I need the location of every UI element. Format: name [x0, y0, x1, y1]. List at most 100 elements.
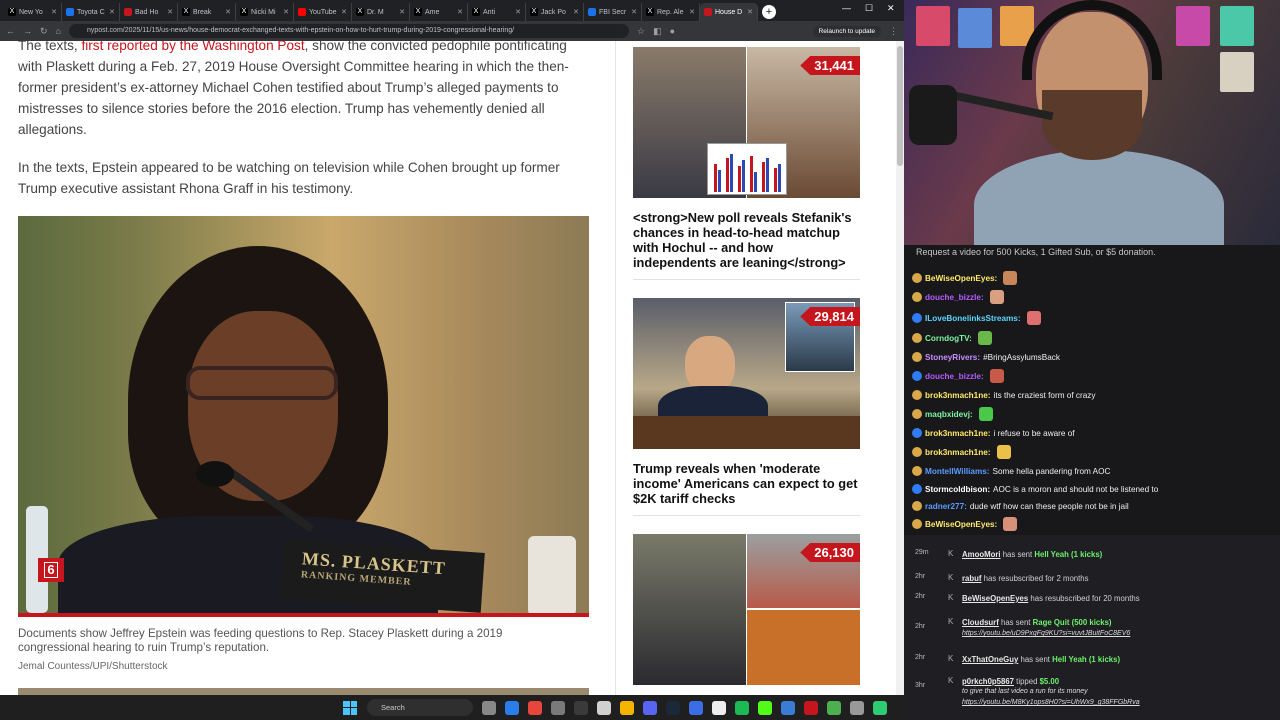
browser-tab[interactable]: FBI Secr ✕ — [584, 3, 642, 21]
activity-username[interactable]: p0rkch0p5867 — [962, 677, 1014, 686]
browser-tab[interactable]: X Dr. M ✕ — [352, 3, 410, 21]
reload-icon[interactable]: ↻ — [40, 26, 48, 37]
chrome-icon[interactable] — [528, 700, 542, 715]
app-icon[interactable] — [827, 700, 841, 715]
menu-kebab-icon[interactable]: ⋮ — [889, 26, 898, 37]
emote-icon — [989, 369, 1004, 383]
story-headline[interactable]: <strong>New poll reveals Stefanik's chan… — [633, 210, 858, 270]
activity-username[interactable]: AmooMori — [962, 550, 1001, 559]
maximize-icon[interactable]: ☐ — [865, 3, 873, 14]
app-icon[interactable] — [781, 700, 795, 715]
close-tab-icon[interactable]: ✕ — [515, 8, 521, 16]
task-view-icon[interactable] — [482, 700, 496, 715]
scrollbar-thumb[interactable] — [897, 46, 903, 166]
close-tab-icon[interactable]: ✕ — [399, 8, 405, 16]
chat-username[interactable]: StoneyRivers: — [925, 353, 980, 362]
chat-username[interactable]: CorndogTV: — [925, 334, 972, 343]
article-photo[interactable]: MS. PLASKETT RANKING MEMBER 6 — [18, 216, 589, 613]
app-icon[interactable] — [850, 700, 864, 715]
windows-start-icon[interactable] — [343, 700, 357, 715]
chat-username[interactable]: douche_bizzle: — [925, 293, 984, 302]
relaunch-button[interactable]: Relaunch to update — [812, 25, 881, 37]
chat-username[interactable]: ILoveBonelinksStreams: — [925, 314, 1021, 323]
washington-post-link[interactable]: first reported by the Washington Post — [81, 41, 304, 53]
steam-icon[interactable] — [666, 700, 680, 715]
close-tab-icon[interactable]: ✕ — [283, 8, 289, 16]
back-icon[interactable]: ← — [6, 26, 15, 36]
chat-username[interactable]: douche_bizzle: — [925, 372, 984, 381]
chat-username[interactable]: BeWiseOpenEyes: — [925, 274, 997, 283]
activity-username[interactable]: XxThatOneGuy — [962, 655, 1018, 664]
chat-username[interactable]: brok3nmach1ne: — [925, 391, 991, 400]
story-headline[interactable]: Trump reveals when 'moderate income' Ame… — [633, 461, 858, 506]
extensions-icon[interactable]: ◧ — [653, 26, 662, 37]
story-card[interactable]: 31,441 <strong>New poll reveals Stefanik… — [633, 47, 861, 280]
spotify-icon[interactable] — [735, 700, 749, 715]
profile-icon[interactable]: ● — [670, 26, 675, 36]
app-icon[interactable] — [873, 700, 887, 715]
chat-username[interactable]: brok3nmach1ne: — [925, 448, 991, 457]
browser-tab[interactable]: House D ✕ — [700, 3, 758, 21]
browser-tab[interactable]: X Jack Po ✕ — [526, 3, 584, 21]
browser-tab[interactable]: X Rep. Ale ✕ — [642, 3, 700, 21]
obs-icon[interactable] — [574, 700, 588, 715]
app-icon[interactable] — [551, 700, 565, 715]
terminal-icon[interactable] — [597, 700, 611, 715]
close-tab-icon[interactable]: ✕ — [167, 8, 173, 16]
chat-text: i refuse to be aware of — [993, 428, 1075, 438]
close-tab-icon[interactable]: ✕ — [631, 8, 637, 16]
browser-tab[interactable]: X Nicki Mi ✕ — [236, 3, 294, 21]
browser-tab[interactable]: Toyota C ✕ — [62, 3, 120, 21]
chat-username[interactable]: Stormcoldbison: — [925, 485, 990, 494]
story-thumbnail[interactable]: 29,814 — [633, 298, 860, 449]
discord-icon[interactable] — [643, 700, 657, 715]
x-icon: X — [530, 8, 538, 16]
chat-username[interactable]: BeWiseOpenEyes: — [925, 520, 997, 529]
chat-username[interactable]: maqbxidevj: — [925, 410, 973, 419]
app-icon[interactable] — [712, 700, 726, 715]
new-tab-button[interactable]: + — [762, 5, 776, 19]
app-icon[interactable] — [505, 700, 519, 715]
app-icon[interactable] — [689, 700, 703, 715]
chat-username[interactable]: brok3nmach1ne: — [925, 429, 991, 438]
bookmark-star-icon[interactable]: ☆ — [637, 26, 645, 37]
story-card[interactable]: 29,814 Trump reveals when 'moderate inco… — [633, 298, 861, 516]
browser-tab[interactable]: X New Yo ✕ — [4, 3, 62, 21]
story-thumbnail[interactable]: 26,130 — [633, 534, 860, 685]
file-explorer-icon[interactable] — [620, 700, 634, 715]
browser-tab[interactable]: X Break ✕ — [178, 3, 236, 21]
activity-username[interactable]: rabuf — [962, 574, 982, 583]
close-tab-icon[interactable]: ✕ — [457, 8, 463, 16]
video-link[interactable]: https://youtu.be/M8Ky1ops8H0?si=UhWx9_g3… — [962, 697, 1140, 708]
story-thumbnail[interactable]: 31,441 — [633, 47, 860, 198]
browser-tab[interactable]: X Anti ✕ — [468, 3, 526, 21]
close-tab-icon[interactable]: ✕ — [51, 8, 57, 16]
chat-username[interactable]: MontellWilliams: — [925, 467, 990, 476]
url-field[interactable]: nypost.com/2025/11/15/us-news/house-demo… — [68, 24, 629, 38]
close-tab-icon[interactable]: ✕ — [341, 8, 347, 16]
video-link[interactable]: https://youtu.be/uD9PxqFq9KU?si=vuvtJBui… — [962, 628, 1130, 639]
chat-panel: Request a video for 500 Kicks, 1 Gifted … — [904, 245, 1280, 535]
forward-icon[interactable]: → — [23, 26, 32, 36]
close-tab-icon[interactable]: ✕ — [225, 8, 231, 16]
browser-tab[interactable]: Bad Ho ✕ — [120, 3, 178, 21]
app-icon[interactable] — [804, 700, 818, 715]
microphone-icon — [909, 85, 957, 145]
close-tab-icon[interactable]: ✕ — [747, 8, 753, 16]
close-tab-icon[interactable]: ✕ — [573, 8, 579, 16]
chat-username[interactable]: radner277: — [925, 502, 967, 511]
close-window-icon[interactable]: ✕ — [887, 3, 895, 14]
browser-tab[interactable]: YouTube ✕ — [294, 3, 352, 21]
gallery-count-badge[interactable]: 6 — [38, 558, 64, 582]
activity-username[interactable]: BeWiseOpenEyes — [962, 594, 1028, 603]
activity-username[interactable]: Cloudsurf — [962, 618, 999, 627]
taskbar-search[interactable]: Search — [367, 699, 473, 716]
browser-tab[interactable]: X Ame ✕ — [410, 3, 468, 21]
minimize-icon[interactable]: — — [842, 3, 851, 13]
home-icon[interactable]: ⌂ — [56, 26, 61, 36]
activity-action: has sent — [1000, 550, 1035, 559]
close-tab-icon[interactable]: ✕ — [109, 8, 115, 16]
kick-icon[interactable] — [758, 700, 772, 715]
story-card[interactable]: 26,130 — [633, 534, 861, 685]
close-tab-icon[interactable]: ✕ — [689, 8, 695, 16]
